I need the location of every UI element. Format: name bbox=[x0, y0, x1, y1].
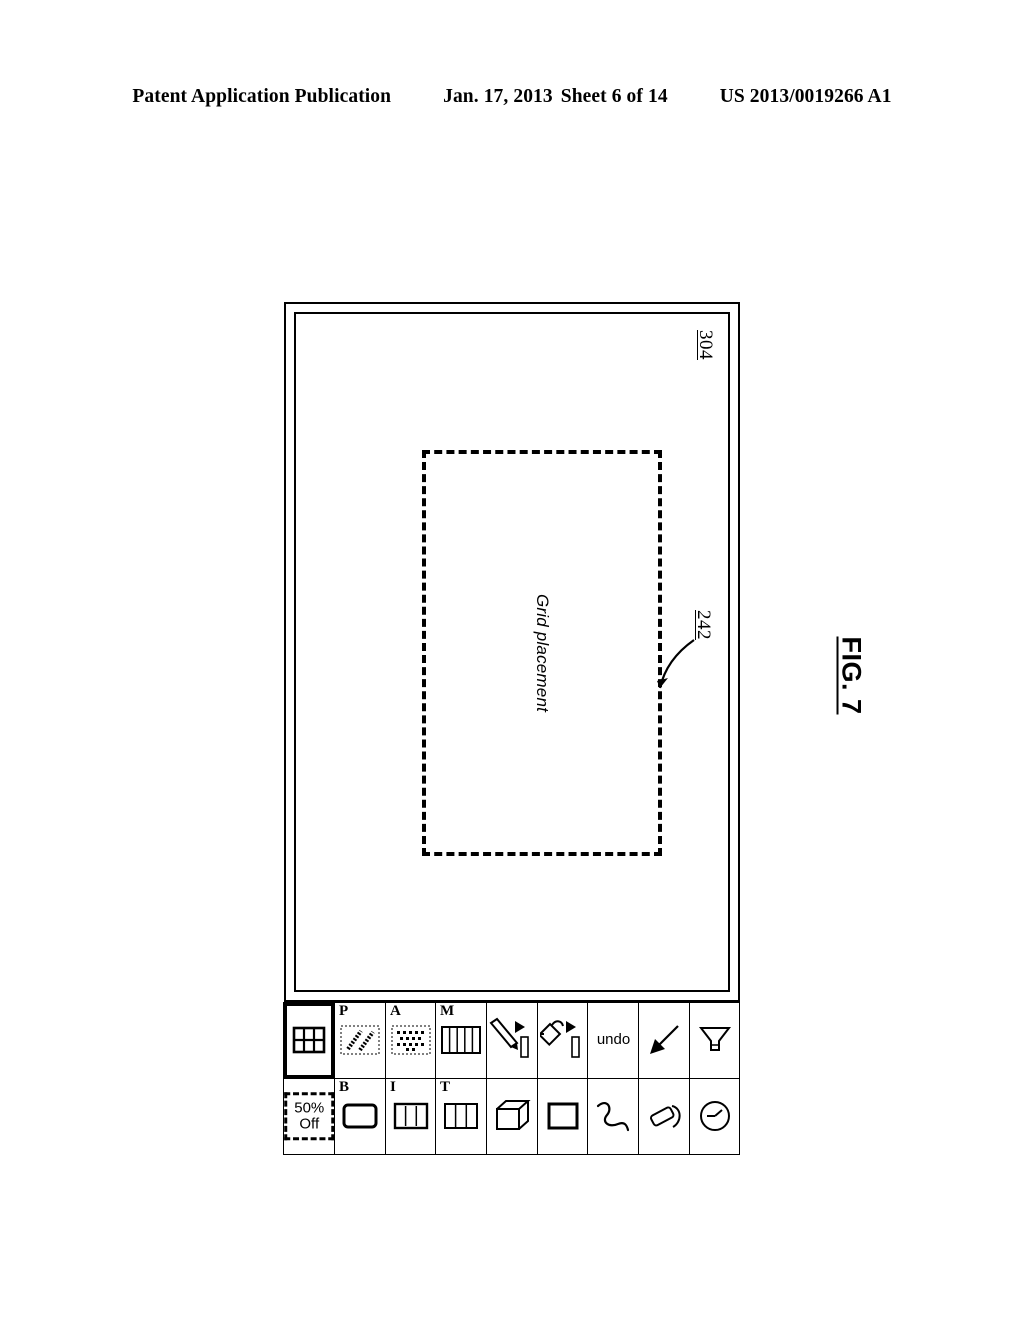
square-shape-icon bbox=[538, 1079, 588, 1154]
tool-cell-paint-bucket[interactable] bbox=[536, 1001, 589, 1079]
header-date: Jan. 17, 2013 bbox=[443, 86, 553, 107]
device-outer-frame: 304 Grid placement 242 bbox=[284, 302, 740, 1002]
tool-letter-p: P bbox=[339, 1002, 349, 1019]
header-patent-number: US 2013/0019266 A1 bbox=[719, 86, 892, 107]
callout-242: 242 bbox=[652, 610, 714, 740]
eraser-icon bbox=[639, 1079, 689, 1154]
patent-header: Patent Application Publication Jan. 17, … bbox=[0, 86, 1024, 108]
tool-cell-arrow-pointer[interactable] bbox=[638, 1001, 690, 1079]
undo-button-label: undo bbox=[596, 1031, 631, 1049]
grid-tool-icon bbox=[288, 1006, 332, 1075]
arrow-pointer-icon bbox=[639, 1003, 689, 1078]
figure-drawing: 304 Grid placement 242 undo M T A I P B … bbox=[283, 302, 741, 1155]
tool-cell-grid-selected[interactable] bbox=[283, 1001, 336, 1079]
cube-shape-icon bbox=[487, 1079, 537, 1154]
clock-icon bbox=[690, 1079, 740, 1154]
tool-cell-freehand-curve[interactable] bbox=[587, 1077, 640, 1155]
tool-cell-square-shape[interactable] bbox=[536, 1077, 589, 1155]
tool-cell-undo[interactable]: undo bbox=[587, 1001, 640, 1079]
header-publication: Patent Application Publication bbox=[132, 86, 392, 107]
discount-badge: 50% Off bbox=[284, 1092, 335, 1140]
tool-cell-discount-badge[interactable]: 50% Off bbox=[283, 1077, 336, 1155]
tool-cell-clock[interactable] bbox=[688, 1077, 741, 1155]
tool-cell-texture-a[interactable]: A bbox=[384, 1001, 437, 1079]
tool-cell-layout-t[interactable]: T bbox=[435, 1077, 488, 1155]
callout-arrow-icon bbox=[657, 639, 695, 689]
filter-funnel-icon bbox=[690, 1003, 740, 1078]
tool-cell-layout-i[interactable]: I bbox=[384, 1077, 437, 1155]
discount-text: 50% Off bbox=[294, 1099, 325, 1132]
tool-cell-pencil[interactable] bbox=[486, 1001, 538, 1079]
tool-letter-t: T bbox=[440, 1078, 451, 1095]
freehand-curve-icon bbox=[589, 1079, 639, 1154]
tool-letter-a: A bbox=[389, 1002, 401, 1019]
tool-palette[interactable]: undo M T A I P B 50% Off bbox=[283, 1001, 741, 1155]
canvas-area[interactable]: 304 Grid placement 242 bbox=[296, 314, 728, 990]
reference-numeral-304: 304 bbox=[695, 330, 716, 360]
tool-cell-cube-shape[interactable] bbox=[486, 1077, 538, 1155]
paint-bucket-icon bbox=[538, 1003, 588, 1078]
tool-cell-layout-m[interactable]: M bbox=[435, 1001, 488, 1079]
discount-off: Off bbox=[299, 1115, 320, 1132]
tool-cell-strokes-p[interactable]: P bbox=[334, 1001, 386, 1079]
grid-placement-label: Grid placement bbox=[533, 593, 552, 713]
header-sheet: Sheet 6 of 14 bbox=[560, 86, 668, 107]
tool-cell-eraser[interactable] bbox=[638, 1077, 690, 1155]
grid-placement-region[interactable]: Grid placement bbox=[422, 450, 662, 856]
device-screen-bezel: 304 Grid placement 242 bbox=[294, 312, 730, 992]
tool-cell-roundrect-b[interactable]: B bbox=[334, 1077, 386, 1155]
tool-palette-grid: undo M T A I P B 50% Off bbox=[283, 1001, 741, 1155]
tool-letter-i: I bbox=[389, 1078, 396, 1095]
tool-cell-filter-funnel[interactable] bbox=[688, 1001, 741, 1079]
tool-letter-m: M bbox=[440, 1002, 455, 1019]
figure-label: FIG. 7 bbox=[836, 636, 867, 715]
discount-percent: 50% bbox=[294, 1099, 325, 1117]
tool-letter-b: B bbox=[339, 1078, 350, 1095]
pencil-icon bbox=[487, 1003, 537, 1078]
